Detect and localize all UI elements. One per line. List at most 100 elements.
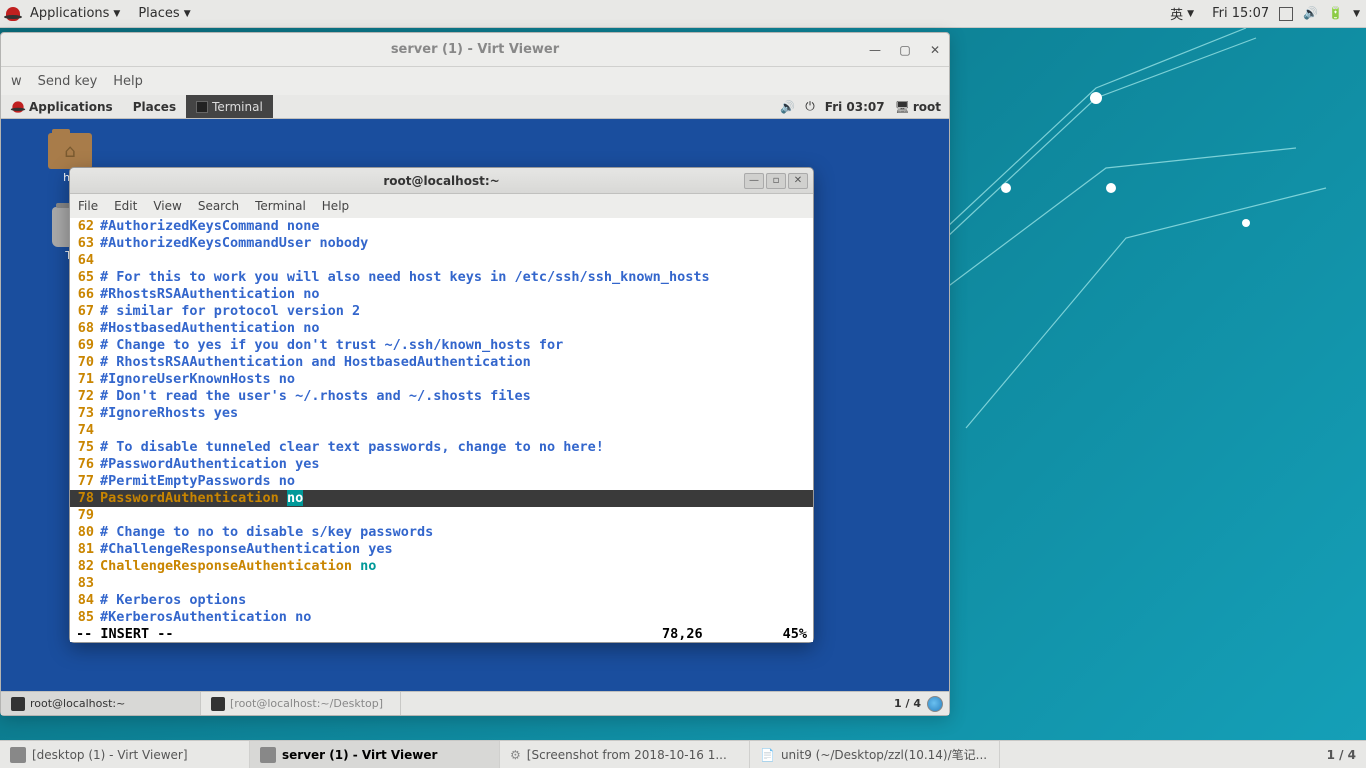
host-task-gedit[interactable]: unit9 (~/Desktop/zzl(10.14)/笔记... bbox=[750, 741, 1000, 768]
window-icon[interactable] bbox=[1279, 7, 1293, 21]
places-menu[interactable]: Places ▼ bbox=[130, 4, 198, 23]
host-task4-label: unit9 (~/Desktop/zzl(10.14)/笔记... bbox=[781, 746, 987, 763]
host-task2-label: server (1) - Virt Viewer bbox=[282, 748, 437, 762]
host-task-screenshot[interactable]: [Screenshot from 2018-10-16 1... bbox=[500, 741, 750, 768]
host-topbar: Applications ▼ Places ▼ 英 ▼ Fri 15:07 ▼ bbox=[0, 0, 1366, 28]
chevron-down-icon: ▼ bbox=[113, 9, 120, 19]
maximize-button[interactable]: ▫ bbox=[766, 173, 786, 189]
line-number: 76 bbox=[70, 456, 100, 473]
code-line: 64 bbox=[70, 252, 813, 269]
code-line: 69# Change to yes if you don't trust ~/.… bbox=[70, 337, 813, 354]
code-text: PasswordAuthentication no bbox=[100, 490, 813, 507]
terminal-titlebar[interactable]: root@localhost:~ — ▫ ✕ bbox=[70, 168, 813, 194]
code-text: # For this to work you will also need ho… bbox=[100, 269, 813, 286]
terminal-icon bbox=[11, 697, 25, 711]
menu-help[interactable]: Help bbox=[113, 74, 143, 89]
host-task3-label: [Screenshot from 2018-10-16 1... bbox=[527, 748, 727, 762]
guest-places-label: Places bbox=[133, 100, 176, 114]
code-line: 65# For this to work you will also need … bbox=[70, 269, 813, 286]
guest-desktop[interactable]: ho Tr root@localhost:~ — ▫ ✕ bbox=[1, 119, 949, 691]
menu-search[interactable]: Search bbox=[198, 199, 239, 213]
guest-clock[interactable]: Fri 03:07 bbox=[825, 100, 885, 114]
maximize-button[interactable]: ▢ bbox=[897, 42, 913, 58]
line-number: 63 bbox=[70, 235, 100, 252]
code-line: 81#ChallengeResponseAuthentication yes bbox=[70, 541, 813, 558]
applications-menu[interactable]: Applications ▼ bbox=[22, 4, 128, 23]
host-task1-label: [desktop (1) - Virt Viewer] bbox=[32, 748, 188, 762]
host-task-server-virt[interactable]: server (1) - Virt Viewer bbox=[250, 741, 500, 768]
code-line: 71#IgnoreUserKnownHosts no bbox=[70, 371, 813, 388]
guest-applications-menu[interactable]: Applications bbox=[1, 95, 123, 118]
menu-terminal[interactable]: Terminal bbox=[255, 199, 306, 213]
guest-task-terminal2[interactable]: [root@localhost:~/Desktop] bbox=[201, 692, 401, 715]
folder-icon bbox=[48, 133, 92, 169]
guest-terminal-task[interactable]: Terminal bbox=[186, 95, 273, 118]
line-number: 69 bbox=[70, 337, 100, 354]
code-text: #PasswordAuthentication yes bbox=[100, 456, 813, 473]
speaker-icon[interactable] bbox=[780, 100, 795, 114]
battery-icon[interactable] bbox=[1328, 6, 1343, 21]
minimize-button[interactable]: — bbox=[867, 42, 883, 58]
code-line: 80# Change to no to disable s/key passwo… bbox=[70, 524, 813, 541]
line-number: 79 bbox=[70, 507, 100, 524]
menu-file[interactable]: File bbox=[78, 199, 98, 213]
ime-indicator[interactable]: 英 ▼ bbox=[1162, 2, 1202, 25]
code-text bbox=[100, 422, 813, 439]
line-number: 70 bbox=[70, 354, 100, 371]
code-text: # Change to no to disable s/key password… bbox=[100, 524, 813, 541]
terminal-menubar: File Edit View Search Terminal Help bbox=[70, 194, 813, 218]
line-number: 74 bbox=[70, 422, 100, 439]
chevron-down-icon[interactable]: ▼ bbox=[1353, 9, 1360, 19]
menu-edit[interactable]: Edit bbox=[114, 199, 137, 213]
guest-workspace-indicator[interactable]: 1 / 4 bbox=[894, 697, 921, 710]
guest-terminal-label: Terminal bbox=[212, 100, 263, 114]
code-line: 68#HostbasedAuthentication no bbox=[70, 320, 813, 337]
code-line: 72# Don't read the user's ~/.rhosts and … bbox=[70, 388, 813, 405]
host-task-desktop-virt[interactable]: [desktop (1) - Virt Viewer] bbox=[0, 741, 250, 768]
code-line: 62#AuthorizedKeysCommand none bbox=[70, 218, 813, 235]
virt-menubar: w Send key Help bbox=[1, 67, 949, 95]
menu-sendkey[interactable]: Send key bbox=[38, 74, 98, 89]
line-number: 77 bbox=[70, 473, 100, 490]
close-button[interactable]: ✕ bbox=[927, 42, 943, 58]
guest-task1-label: root@localhost:~ bbox=[30, 697, 125, 710]
ime-label: 英 bbox=[1170, 4, 1183, 23]
terminal-window: root@localhost:~ — ▫ ✕ File Edit View Se… bbox=[69, 167, 814, 643]
line-number: 75 bbox=[70, 439, 100, 456]
line-number: 71 bbox=[70, 371, 100, 388]
code-text: #KerberosAuthentication no bbox=[100, 609, 813, 626]
close-button[interactable]: ✕ bbox=[788, 173, 808, 189]
host-desktop: server (1) - Virt Viewer — ▢ ✕ w Send ke… bbox=[0, 28, 1366, 740]
code-text: # RhostsRSAAuthentication and HostbasedA… bbox=[100, 354, 813, 371]
code-text: # To disable tunneled clear text passwor… bbox=[100, 439, 813, 456]
guest-screen: Applications Places Terminal ⏻ Fri 03:07… bbox=[1, 95, 949, 715]
code-text: #AuthorizedKeysCommand none bbox=[100, 218, 813, 235]
host-clock[interactable]: Fri 15:07 bbox=[1212, 6, 1269, 21]
code-text bbox=[100, 252, 813, 269]
power-icon[interactable]: ⏻ bbox=[805, 99, 815, 114]
code-line: 66#RhostsRSAAuthentication no bbox=[70, 286, 813, 303]
speaker-icon[interactable] bbox=[1303, 6, 1318, 21]
document-icon bbox=[760, 748, 775, 762]
guest-task-terminal1[interactable]: root@localhost:~ bbox=[1, 692, 201, 715]
virt-titlebar[interactable]: server (1) - Virt Viewer — ▢ ✕ bbox=[1, 33, 949, 67]
code-text: #IgnoreRhosts yes bbox=[100, 405, 813, 422]
menu-view[interactable]: View bbox=[153, 199, 181, 213]
line-number: 62 bbox=[70, 218, 100, 235]
guest-places-menu[interactable]: Places bbox=[123, 95, 186, 118]
menu-help[interactable]: Help bbox=[322, 199, 349, 213]
line-number: 72 bbox=[70, 388, 100, 405]
redhat-icon bbox=[12, 101, 23, 112]
code-text: #IgnoreUserKnownHosts no bbox=[100, 371, 813, 388]
line-number: 78 bbox=[70, 490, 100, 507]
guest-user-menu[interactable]: 🖥 root bbox=[895, 100, 941, 114]
terminal-body[interactable]: 62#AuthorizedKeysCommand none63#Authoriz… bbox=[70, 218, 813, 626]
menu-w[interactable]: w bbox=[11, 74, 22, 89]
minimize-button[interactable]: — bbox=[744, 173, 764, 189]
chevron-down-icon: ▼ bbox=[1187, 9, 1194, 19]
workspace-switcher-icon[interactable] bbox=[927, 696, 943, 712]
code-text: #ChallengeResponseAuthentication yes bbox=[100, 541, 813, 558]
line-number: 80 bbox=[70, 524, 100, 541]
code-line: 75# To disable tunneled clear text passw… bbox=[70, 439, 813, 456]
host-workspace-indicator[interactable]: 1 / 4 bbox=[1327, 748, 1356, 762]
